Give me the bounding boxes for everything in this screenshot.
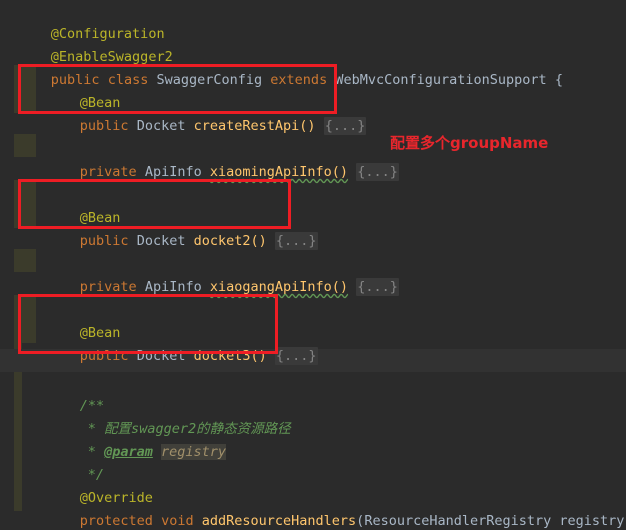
method-addresourcehandlers: addResourceHandlers [201,513,357,529]
keyword-extends: extends [270,72,328,88]
javadoc-param-value: registry [160,444,227,460]
fold-placeholder-5[interactable]: {...} [274,347,318,365]
keyword-private-1: private [79,164,137,180]
keyword-protected: protected [79,513,153,529]
keyword-public-2: public [79,233,129,249]
param-registry: registry [559,513,625,529]
code-line-20[interactable]: * @param registry [39,418,227,460]
type-apiinfo-1: ApiInfo [144,164,202,180]
code-editor-screenshot: @Configuration @EnableSwagger2 public cl… [0,0,626,530]
method-xiaogangapiinfo: xiaogangApiInfo() [209,279,349,295]
code-line-14[interactable]: @Bean [31,299,121,341]
type-docket-2: Docket [136,233,186,249]
fold-placeholder-3[interactable]: {...} [274,232,318,250]
code-line-15[interactable]: public Docket docket3() {...} [31,322,318,365]
code-line-18[interactable]: /** [31,372,104,414]
code-line-1[interactable]: @Configuration [2,0,165,42]
keyword-public-3: public [79,348,129,364]
javadoc-param-tag: @param [104,444,153,460]
type-docket-1: Docket [136,118,186,134]
code-line-3[interactable]: public class SwaggerConfig extends WebMv… [2,46,563,88]
code-line-12[interactable]: private ApiInfo xiaogangApiInfo() {...} [31,253,399,296]
annotation-note-groupname: 配置多个groupName [390,134,549,152]
fold-placeholder-4[interactable]: {...} [356,278,399,296]
superclass-webmvcconfigurationsupport: WebMvcConfigurationSupport [335,72,547,88]
keyword-private-2: private [79,279,137,295]
type-apiinfo-2: ApiInfo [144,279,202,295]
method-docket2: docket2() [193,233,267,249]
class-name-swaggerconfig: SwaggerConfig [156,72,263,88]
code-line-7[interactable]: private ApiInfo xiaomingApiInfo() {...} [31,138,399,181]
method-createrestapi: createRestApi() [193,118,316,134]
class-open-brace: { [554,72,563,88]
code-line-10[interactable]: public Docket docket2() {...} [31,207,318,250]
code-line-4[interactable]: @Bean [31,69,121,111]
type-resourcehandlerregistry: ResourceHandlerRegistry [364,513,552,529]
keyword-public-1: public [79,118,129,134]
type-docket-3: Docket [136,348,186,364]
code-lines: @Configuration @EnableSwagger2 public cl… [0,0,626,530]
code-line-24[interactable]: } [2,510,59,530]
code-line-19[interactable]: * 配置swagger2的静态资源路径 [39,395,291,437]
code-line-9[interactable]: @Bean [31,184,121,226]
method-xiaomingapiinfo: xiaomingApiInfo() [209,164,349,180]
method-docket3: docket3() [193,348,267,364]
code-line-23[interactable]: protected void addResourceHandlers(Resou… [31,487,626,529]
keyword-void: void [161,513,194,529]
code-line-5[interactable]: public Docket createRestApi() {...} [31,92,367,135]
code-line-2[interactable]: @EnableSwagger2 [2,23,173,65]
fold-placeholder-1[interactable]: {...} [323,117,367,135]
code-line-22[interactable]: @Override [31,464,153,506]
code-line-21[interactable]: */ [39,441,104,483]
fold-placeholder-2[interactable]: {...} [356,163,399,181]
